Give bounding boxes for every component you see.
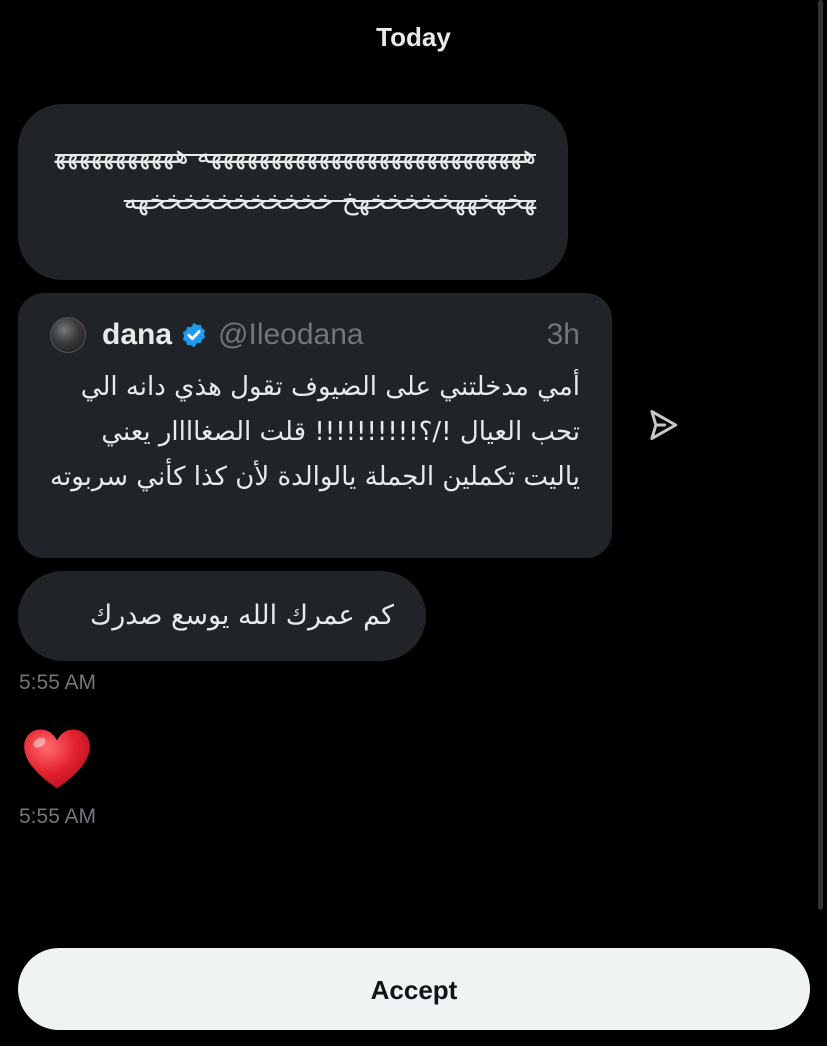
- quoted-post-card[interactable]: dana @Ileodana 3h أمي مدخلتني على الضيوف…: [18, 293, 612, 558]
- message-timestamp: 5:55 AM: [19, 805, 97, 828]
- message-bubble-question[interactable]: كم عمرك الله يوسع صدرك: [18, 571, 426, 661]
- avatar[interactable]: [50, 317, 86, 353]
- message-bubble-laughing[interactable]: هههههههههههههههههههههههههههه ههههههههههه…: [18, 104, 568, 280]
- message-timestamp: 5:55 AM: [19, 671, 97, 694]
- share-icon[interactable]: [644, 406, 682, 444]
- message-text: كم عمرك الله يوسع صدرك: [89, 600, 394, 631]
- red-heart-icon[interactable]: [22, 726, 92, 792]
- scrollbar[interactable]: [818, 0, 823, 910]
- message-text: هههههههههههههههههههههههههههه ههههههههههه…: [54, 140, 536, 216]
- quoted-post-header: dana @Ileodana 3h: [50, 313, 580, 357]
- quoted-author-name: dana: [102, 318, 173, 351]
- quoted-post-text: أمي مدخلتني على الضيوف تقول هذي دانه الي…: [50, 372, 580, 492]
- quoted-author-handle: @Ileodana: [218, 318, 364, 351]
- date-header: Today: [376, 22, 451, 52]
- quoted-post-time: 3h: [546, 318, 580, 351]
- verified-badge-icon: [182, 322, 206, 348]
- accept-button[interactable]: Accept: [18, 948, 810, 1030]
